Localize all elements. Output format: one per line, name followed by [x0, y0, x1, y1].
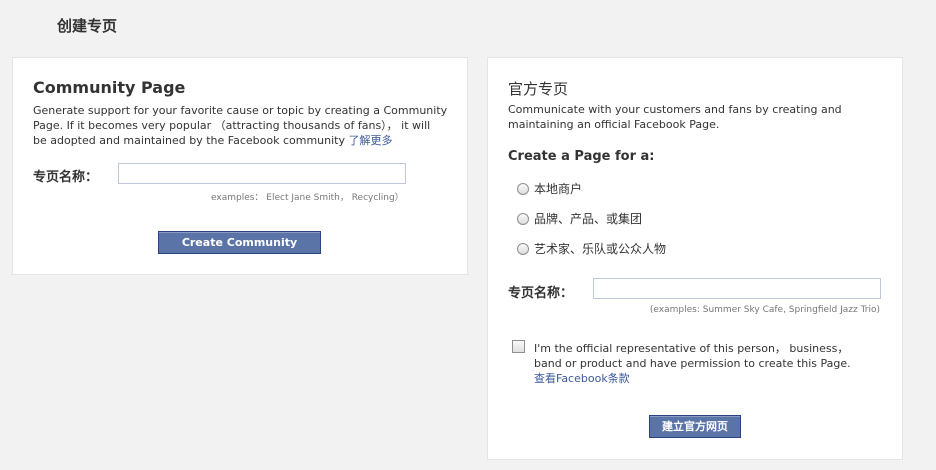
- representative-line: band or product and have permission to c…: [534, 357, 851, 370]
- radio-label: 品牌、产品、或集团: [534, 212, 643, 226]
- official-page-name-hint: (examples: Summer Sky Cafe, Springfield …: [649, 305, 880, 315]
- community-page-name-label: 专页名称：: [33, 170, 99, 185]
- page-title: 创建专页: [57, 17, 118, 35]
- create-page-for-label: Create a Page for a:: [508, 149, 655, 164]
- description-line: be adopted and maintained by the Faceboo…: [33, 134, 345, 147]
- official-page-name-input[interactable]: [593, 278, 881, 299]
- radio-artist-band[interactable]: 艺术家、乐队或公众人物: [517, 240, 666, 257]
- radio-button[interactable]: [517, 182, 529, 195]
- radio-label: 艺术家、乐队或公众人物: [534, 242, 667, 256]
- create-community-page-button[interactable]: Create Community Page: [158, 231, 321, 270]
- create-official-page-button[interactable]: 建立官方网页: [649, 415, 741, 438]
- radio-label: 本地商户: [534, 182, 583, 196]
- community-page-name-hint: examples： Elect Jane Smith， Recycling）: [211, 193, 404, 203]
- learn-more-link[interactable]: 了解更多: [349, 134, 393, 147]
- description-line: Communicate with your customers and fans…: [508, 103, 842, 116]
- description-line: Generate support for your favorite cause…: [33, 104, 448, 117]
- community-page-title: Community Page: [33, 78, 186, 97]
- official-representative-text: I'm the official representative of this …: [534, 341, 884, 386]
- community-page-name-input[interactable]: [118, 163, 406, 184]
- official-representative-checkbox[interactable]: [512, 340, 525, 353]
- official-page-description: Communicate with your customers and fans…: [508, 102, 888, 132]
- community-page-panel: Community Page Generate support for your…: [12, 57, 468, 275]
- description-line: Page. If it becomes very popular （attrac…: [33, 119, 431, 132]
- radio-button[interactable]: [517, 212, 529, 225]
- community-page-description: Generate support for your favorite cause…: [33, 103, 458, 148]
- official-page-name-label: 专页名称：: [508, 286, 574, 301]
- representative-line: I'm the official representative of this …: [534, 342, 849, 355]
- radio-brand-product[interactable]: 品牌、产品、或集团: [517, 210, 642, 227]
- facebook-terms-link[interactable]: 查看Facebook条款: [534, 371, 884, 386]
- official-page-title: 官方专页: [508, 80, 569, 98]
- official-page-panel: 官方专页 Communicate with your customers and…: [487, 57, 903, 460]
- radio-local-business[interactable]: 本地商户: [517, 180, 582, 197]
- radio-button[interactable]: [517, 242, 529, 255]
- description-line: maintaining an official Facebook Page.: [508, 118, 720, 131]
